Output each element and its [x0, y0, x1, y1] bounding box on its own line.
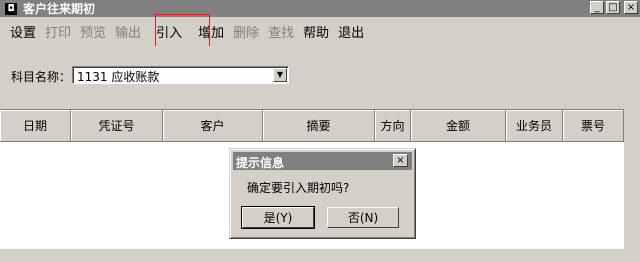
menu-find[interactable]: 查找 [264, 22, 298, 41]
dialog-close-icon[interactable]: × [393, 154, 408, 167]
col-summary[interactable]: 摘要 [263, 110, 375, 141]
col-amount[interactable]: 金额 [411, 110, 506, 141]
dropdown-arrow-icon[interactable]: ▼ [273, 68, 287, 82]
main-window: ◘ 客户往来期初 _ □ × 设置 打印 预览 输出 引入 增加 删除 查找 帮… [0, 0, 640, 262]
col-salesperson[interactable]: 业务员 [506, 110, 563, 141]
close-button[interactable]: × [624, 1, 638, 14]
menu-delete[interactable]: 删除 [229, 22, 263, 41]
menu-export[interactable]: 输出 [111, 22, 145, 41]
col-ticket-no[interactable]: 票号 [563, 110, 624, 141]
right-panel-edge [624, 109, 640, 249]
dialog-title: 提示信息 [236, 156, 285, 170]
yes-button[interactable]: 是(Y) [241, 206, 315, 229]
menu-bar: 设置 打印 预览 输出 引入 增加 删除 查找 帮助 退出 [0, 17, 640, 46]
menu-preview[interactable]: 预览 [76, 22, 110, 41]
menu-print[interactable]: 打印 [41, 22, 75, 41]
window-title: 客户往来期初 [23, 2, 96, 16]
table-header: 日期 凭证号 客户 摘要 方向 金额 业务员 票号 [0, 109, 640, 142]
account-select[interactable]: 1131 应收账款 ▼ [72, 66, 289, 84]
status-strip [0, 249, 640, 262]
title-bar[interactable]: ◘ 客户往来期初 _ □ × [0, 0, 640, 17]
menu-exit[interactable]: 退出 [334, 22, 368, 41]
confirm-dialog: 提示信息 × 确定要引入期初吗? 是(Y) 否(N) [229, 148, 416, 239]
menu-add[interactable]: 增加 [194, 22, 228, 41]
dialog-message: 确定要引入期初吗? [247, 181, 350, 195]
filter-bar: 科目名称： 1131 应收账款 ▼ [0, 46, 640, 109]
col-customer[interactable]: 客户 [163, 110, 263, 141]
menu-import[interactable]: 引入 [152, 22, 186, 41]
dialog-title-bar[interactable]: 提示信息 × [233, 152, 412, 170]
account-name-label: 科目名称： [11, 70, 72, 84]
menu-help[interactable]: 帮助 [299, 22, 333, 41]
no-button[interactable]: 否(N) [327, 207, 399, 228]
maximize-button[interactable]: □ [606, 1, 620, 14]
minimize-button[interactable]: _ [590, 1, 604, 14]
col-voucher-no[interactable]: 凭证号 [71, 110, 163, 141]
menu-settings[interactable]: 设置 [6, 22, 40, 41]
app-icon: ◘ [5, 2, 17, 15]
col-direction[interactable]: 方向 [375, 110, 411, 141]
window-controls: _ □ × [590, 1, 638, 14]
col-date[interactable]: 日期 [0, 110, 71, 141]
account-select-value: 1131 应收账款 [77, 70, 160, 84]
